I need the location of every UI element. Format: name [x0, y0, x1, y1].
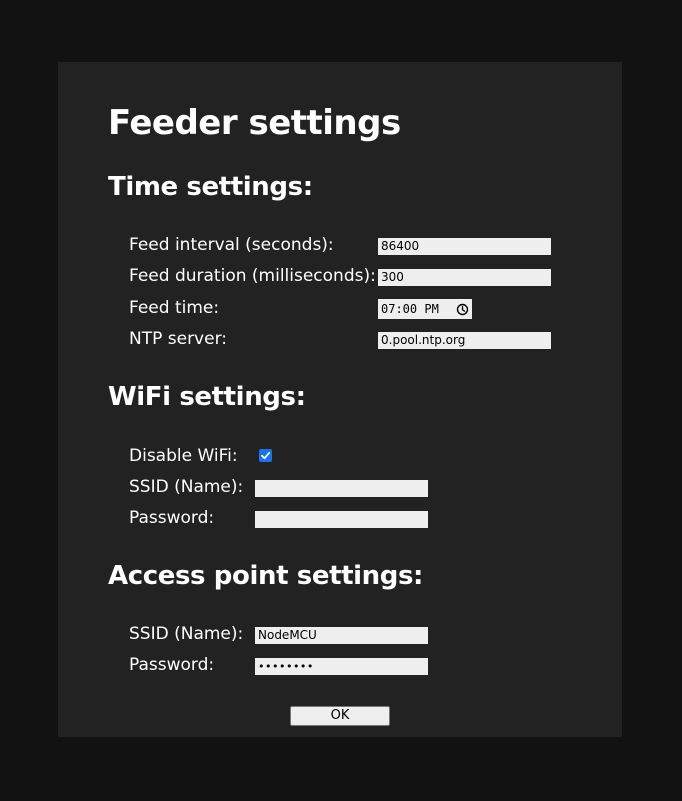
- checkmark-icon: [261, 451, 271, 460]
- feed-interval-input[interactable]: [378, 238, 551, 255]
- settings-card: Feeder settings Time settings: Feed inte…: [58, 62, 622, 737]
- page-title: Feeder settings: [108, 103, 401, 143]
- wifi-settings-heading: WiFi settings:: [108, 382, 306, 412]
- wifi-ssid-label: SSID (Name):: [129, 477, 244, 497]
- ap-settings-heading: Access point settings:: [108, 561, 424, 591]
- feed-time-input[interactable]: 07:00 PM: [378, 299, 472, 319]
- time-settings-heading: Time settings:: [108, 172, 313, 202]
- wifi-password-label: Password:: [129, 508, 215, 528]
- ap-ssid-input[interactable]: [255, 627, 428, 644]
- ntp-server-label: NTP server:: [129, 329, 227, 349]
- ap-password-label: Password:: [129, 655, 215, 675]
- clock-icon[interactable]: [456, 303, 469, 316]
- feed-time-value: 07:00 PM: [381, 302, 439, 316]
- disable-wifi-checkbox[interactable]: [259, 449, 272, 462]
- feed-duration-label: Feed duration (milliseconds):: [129, 266, 376, 286]
- ap-password-input[interactable]: [255, 658, 428, 675]
- feed-interval-label: Feed interval (seconds):: [129, 235, 334, 255]
- feed-duration-input[interactable]: [378, 269, 551, 286]
- wifi-ssid-input[interactable]: [255, 480, 428, 497]
- ap-ssid-label: SSID (Name):: [129, 624, 244, 644]
- feed-time-label: Feed time:: [129, 298, 220, 318]
- wifi-password-input[interactable]: [255, 511, 428, 528]
- ok-button[interactable]: OK: [290, 706, 390, 726]
- disable-wifi-label: Disable WiFi:: [129, 446, 238, 466]
- ntp-server-input[interactable]: [378, 332, 551, 349]
